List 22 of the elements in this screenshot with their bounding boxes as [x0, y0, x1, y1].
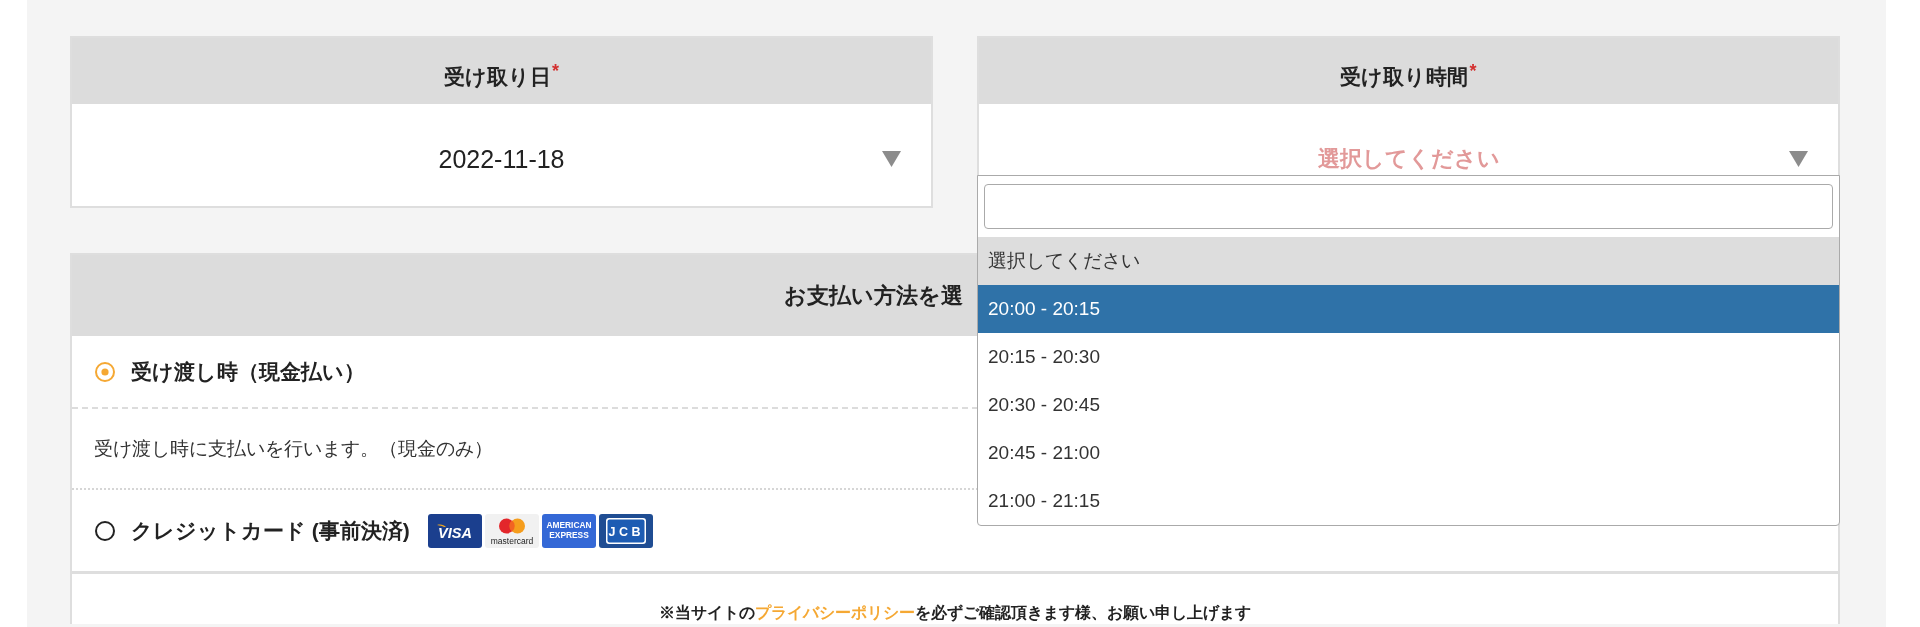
- dropdown-option[interactable]: 20:00 - 20:15: [978, 285, 1839, 333]
- field-label: 受け取り時間: [1340, 65, 1469, 88]
- amex-card-logo: AMERICAN EXPRESS: [541, 513, 596, 548]
- dropdown-option[interactable]: 21:00 - 21:15: [978, 477, 1839, 525]
- dropdown-option[interactable]: 20:15 - 20:30: [978, 333, 1839, 381]
- payment-option-label[interactable]: 受け渡し時（現金払い）: [131, 357, 365, 386]
- dropdown-option[interactable]: 20:30 - 20:45: [978, 381, 1839, 429]
- required-mark: *: [1469, 61, 1477, 81]
- caret-down-icon: [1789, 151, 1808, 167]
- field-label: 受け取り日: [444, 65, 551, 88]
- dropdown-option[interactable]: 20:45 - 21:00: [978, 429, 1839, 477]
- visa-card-logo: VISA: [427, 513, 482, 548]
- dropdown-option[interactable]: 選択してください: [978, 237, 1839, 285]
- payment-option-label[interactable]: クレジットカード (事前決済): [131, 516, 410, 545]
- caret-down-icon: [882, 151, 901, 167]
- radio-button[interactable]: [95, 520, 115, 541]
- required-mark: *: [552, 61, 559, 81]
- jcb-card-logo: JCB: [598, 513, 653, 548]
- radio-button[interactable]: [95, 361, 115, 382]
- search-field[interactable]: [984, 184, 1833, 229]
- privacy-notice: ※当サイトのプライバシーポリシーを必ずご確認頂きます様、お願い申し上げます: [658, 603, 1252, 624]
- mastercard-card-logo: mastercard: [484, 513, 539, 548]
